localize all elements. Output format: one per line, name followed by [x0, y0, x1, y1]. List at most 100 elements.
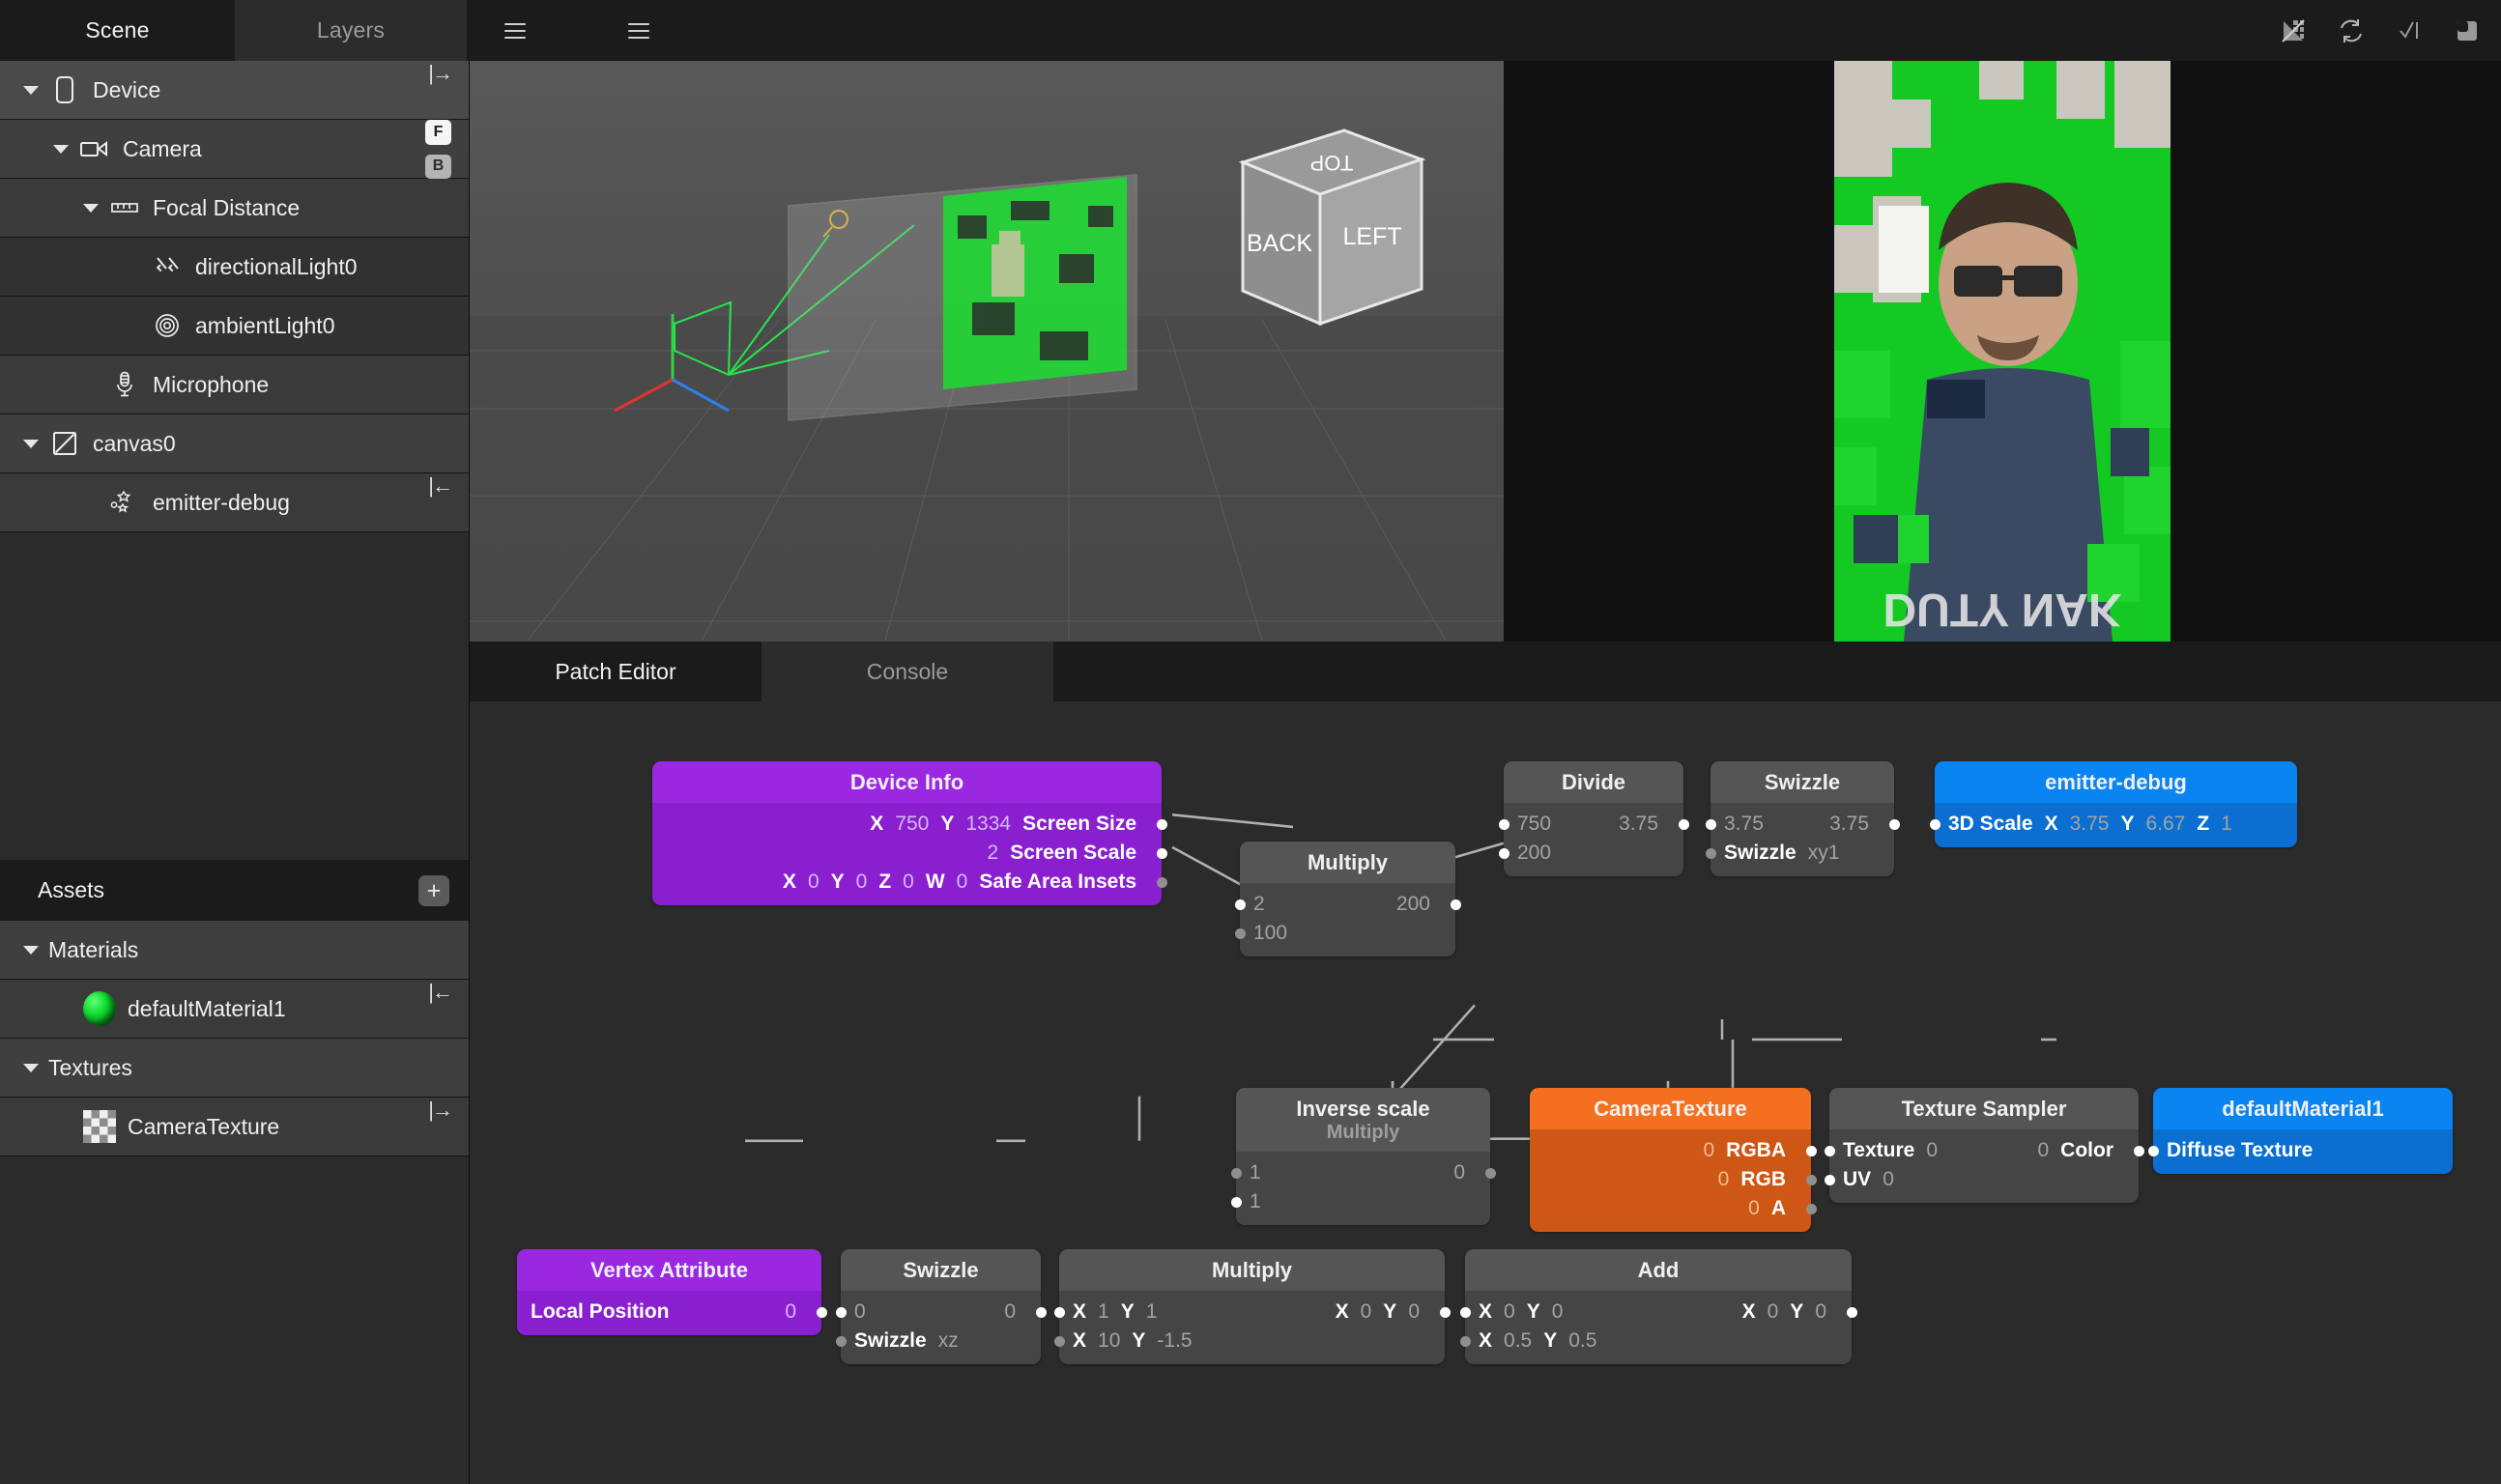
- patch-node-texture-sampler[interactable]: Texture Sampler Texture 0 0 Color UV 0: [1824, 1088, 2144, 1203]
- patch-port-row[interactable]: 00: [835, 1298, 1047, 1327]
- tab-layers[interactable]: Layers: [235, 0, 467, 61]
- patch-port-dot-in[interactable]: [1230, 1167, 1242, 1179]
- patch-node-device-info[interactable]: Device Info X 750 Y 1334 Screen Size 2 Screen S…: [652, 761, 1167, 905]
- tab-scene[interactable]: Scene: [0, 0, 235, 61]
- patch-port-row[interactable]: X1Y1X0Y0: [1053, 1298, 1451, 1327]
- sidebar-item-camera[interactable]: Camera F B: [0, 120, 469, 179]
- hamburger-icon[interactable]: [504, 22, 526, 39]
- sidebar-item-device[interactable]: Device |→: [0, 61, 469, 120]
- patch-port-row[interactable]: 1: [1230, 1187, 1490, 1216]
- patch-node-swizzle-bottom[interactable]: Swizzle 0 0 Swizzle xz: [835, 1249, 1047, 1364]
- patch-port-row[interactable]: 3D Scale X 3.75 Y 6.67 Z 1: [1929, 810, 2297, 839]
- patch-port-dot[interactable]: [1234, 928, 1246, 939]
- patch-port-dot[interactable]: [1805, 1145, 1817, 1156]
- collapse-left-icon[interactable]: |←: [428, 980, 453, 1005]
- patch-port-dot-in[interactable]: [1459, 1306, 1471, 1318]
- patch-node-inverse-scale[interactable]: Inverse scale Multiply 1 0 1: [1230, 1088, 1496, 1225]
- patch-port-dot[interactable]: [1156, 818, 1167, 830]
- patch-port-dot-out[interactable]: [1484, 1167, 1496, 1179]
- asset-item-cameratexture[interactable]: CameraTexture |→: [0, 1098, 469, 1156]
- patch-port-dot-out[interactable]: [1846, 1306, 1857, 1318]
- patch-port-row[interactable]: UV 0: [1824, 1165, 2139, 1194]
- patch-port-dot-out[interactable]: [2133, 1145, 2144, 1156]
- panel-layout-icon[interactable]: [2453, 16, 2482, 45]
- patch-port-dot-out[interactable]: [1450, 899, 1461, 910]
- patch-port-row[interactable]: 10: [1230, 1158, 1496, 1187]
- patch-port-row[interactable]: 750 3.75: [1498, 810, 1689, 839]
- scene-viewport[interactable]: TOP BACK LEFT: [470, 61, 1504, 642]
- patch-port-dot-out[interactable]: [1678, 818, 1689, 830]
- patch-port-dot[interactable]: [1805, 1174, 1817, 1185]
- patch-port-dot[interactable]: [1156, 876, 1167, 888]
- patch-port-row[interactable]: 2 Screen Scale: [652, 839, 1167, 868]
- patch-port-row[interactable]: 200: [1498, 839, 1683, 868]
- assets-group-textures[interactable]: Textures: [0, 1039, 469, 1098]
- patch-port-row[interactable]: Swizzle xz: [835, 1327, 1041, 1356]
- chevron-down-icon[interactable]: [23, 945, 39, 955]
- tab-console[interactable]: Console: [762, 642, 1053, 701]
- patch-port-dot[interactable]: [816, 1306, 827, 1318]
- patch-port-dot-in[interactable]: [835, 1306, 847, 1318]
- asset-item-defaultmaterial1[interactable]: defaultMaterial1 |←: [0, 980, 469, 1039]
- patch-port-dot[interactable]: [1824, 1174, 1835, 1185]
- assets-group-materials[interactable]: Materials: [0, 921, 469, 980]
- patch-port-row[interactable]: X 0 Y 0 Z 0 W 0 Safe Area Insets: [652, 868, 1167, 897]
- reload-icon[interactable]: [2337, 16, 2366, 45]
- sidebar-item-canvas0[interactable]: canvas0: [0, 414, 469, 473]
- patch-port-row[interactable]: Swizzle xy1: [1705, 839, 1894, 868]
- chevron-down-icon[interactable]: [53, 144, 69, 154]
- patch-node-default-material-node[interactable]: defaultMaterial1 Diffuse Texture: [2147, 1088, 2453, 1174]
- sidebar-item-directionallight0[interactable]: directionalLight0: [0, 238, 469, 297]
- patch-node-camera-texture-node[interactable]: CameraTexture 0 RGBA 0 RGB 0 A: [1530, 1088, 1817, 1232]
- chevron-down-icon[interactable]: [23, 1063, 39, 1072]
- patch-port-dot[interactable]: [1230, 1196, 1242, 1208]
- patch-node-vertex-attribute[interactable]: Vertex Attribute Local Position 0: [517, 1249, 827, 1335]
- add-asset-button[interactable]: +: [418, 875, 449, 906]
- collapse-right-icon[interactable]: |→: [428, 61, 453, 86]
- patch-node-multiply-scale[interactable]: Multiply 2 200 100: [1234, 842, 1461, 956]
- patch-port-dot-in[interactable]: [1705, 818, 1716, 830]
- patch-port-dot[interactable]: [1705, 847, 1716, 859]
- chevron-down-icon[interactable]: [83, 203, 99, 213]
- patch-port-dot[interactable]: [1156, 847, 1167, 859]
- collapse-left-icon[interactable]: |←: [428, 473, 453, 499]
- patch-port-dot-in[interactable]: [1824, 1145, 1835, 1156]
- patch-port-row[interactable]: X 10 Y -1.5: [1053, 1327, 1445, 1356]
- patch-node-multiply-uv[interactable]: Multiply X 1 Y 1 X 0 Y 0 X 10 Y -1.5: [1053, 1249, 1451, 1364]
- patch-port-row[interactable]: X0Y0X0Y0: [1459, 1298, 1857, 1327]
- patch-port-dot-out[interactable]: [1439, 1306, 1451, 1318]
- patch-port-dot-in[interactable]: [1234, 899, 1246, 910]
- patch-port-dot[interactable]: [1929, 818, 1940, 830]
- patch-port-row[interactable]: Diffuse Texture: [2147, 1136, 2453, 1165]
- patch-node-swizzle-top[interactable]: Swizzle 3.75 3.75 Swizzle xy1: [1705, 761, 1900, 876]
- sidebar-item-ambientlight0[interactable]: ambientLight0: [0, 297, 469, 356]
- patch-port-row[interactable]: 2 200: [1234, 890, 1461, 919]
- front-camera-badge[interactable]: F: [425, 120, 451, 145]
- tab-patch-editor[interactable]: Patch Editor: [470, 642, 762, 701]
- patch-port-dot-out[interactable]: [1035, 1306, 1047, 1318]
- chevron-down-icon[interactable]: [23, 85, 39, 95]
- grid-snap-icon[interactable]: [2279, 16, 2308, 45]
- checkmark-icon[interactable]: [2395, 16, 2424, 45]
- patch-port-row[interactable]: Texture 0 0 Color: [1824, 1136, 2144, 1165]
- patch-canvas[interactable]: Device Info X 750 Y 1334 Screen Size 2 Screen S…: [470, 701, 2501, 1484]
- sidebar-item-emitter-debug[interactable]: emitter-debug |←: [0, 473, 469, 532]
- patch-port-dot[interactable]: [835, 1335, 847, 1347]
- patch-port-row[interactable]: 0 RGB: [1530, 1165, 1817, 1194]
- back-camera-badge[interactable]: B: [425, 154, 451, 179]
- patch-port-dot[interactable]: [1498, 847, 1509, 859]
- patch-port-dot-in[interactable]: [1053, 1306, 1065, 1318]
- patch-node-divide[interactable]: Divide 750 3.75 200: [1498, 761, 1689, 876]
- patch-port-row[interactable]: 3.75 3.75: [1705, 810, 1900, 839]
- collapse-right-icon[interactable]: |→: [428, 1098, 453, 1123]
- patch-port-dot-out[interactable]: [1888, 818, 1900, 830]
- patch-port-row[interactable]: 0 RGBA: [1530, 1136, 1817, 1165]
- chevron-down-icon[interactable]: [23, 439, 39, 448]
- patch-port-row[interactable]: X 750 Y 1334 Screen Size: [652, 810, 1167, 839]
- patch-port-dot[interactable]: [1805, 1203, 1817, 1214]
- patch-port-dot[interactable]: [1053, 1335, 1065, 1347]
- patch-port-row[interactable]: 100: [1234, 919, 1455, 948]
- patch-port-dot-in[interactable]: [1498, 818, 1509, 830]
- sidebar-item-focal-distance[interactable]: Focal Distance: [0, 179, 469, 238]
- patch-port-dot[interactable]: [2147, 1145, 2159, 1156]
